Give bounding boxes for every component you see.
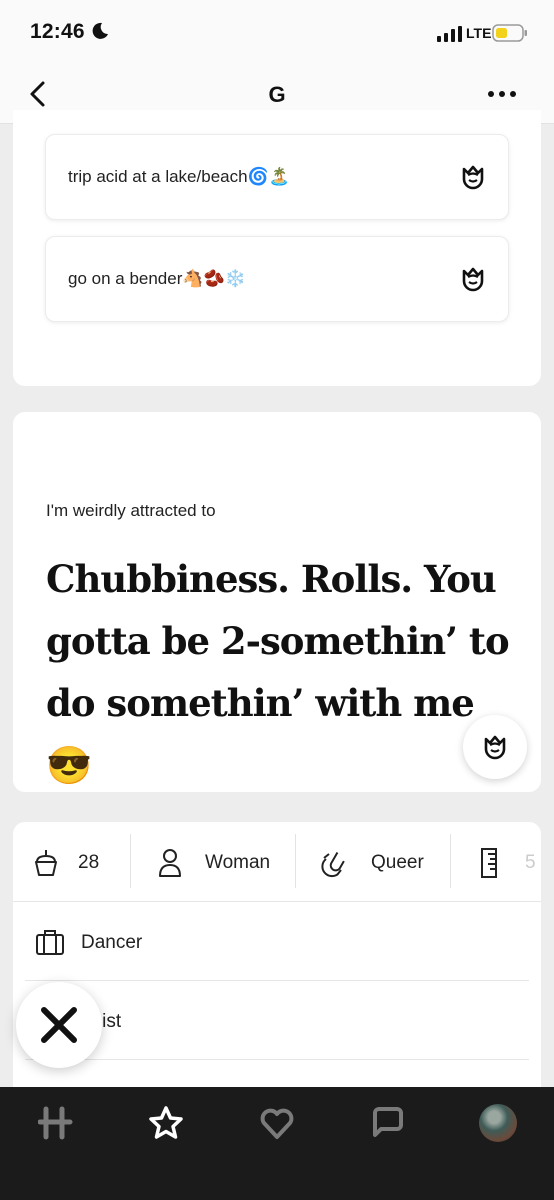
chat-icon[interactable] [369,1105,405,1141]
bottom-nav [0,1087,554,1200]
answer-option[interactable]: go on a bender🐴🫘❄️ [45,236,509,322]
prompt-question: I'm weirdly attracted to [46,501,216,520]
vital-height-label: 5 [525,852,536,873]
vital-sexuality-label: Queer [371,852,424,873]
more-options-icon[interactable] [487,89,517,99]
briefcase-icon [36,930,64,955]
screen: 12:46 LTE G trip acid at a lake/beach🌀🏝️… [0,0,554,1200]
detail-job-label: Dancer [81,932,143,953]
profile-avatar[interactable] [479,1104,517,1142]
rose-icon[interactable] [460,265,486,293]
heart-icon[interactable] [259,1105,295,1141]
divider [130,834,131,888]
ruler-icon [481,848,497,878]
vital-age-label: 28 [78,852,100,873]
answer-text: go on a bender🐴🫘❄️ [68,269,246,288]
star-icon[interactable] [148,1105,184,1141]
skip-button[interactable] [16,982,102,1068]
rose-icon[interactable] [460,163,486,191]
vital-gender-label: Woman [205,852,271,873]
profile-name-title: G [268,82,286,107]
rose-icon [484,735,506,760]
divider [295,834,296,888]
status-time: 12:46 [30,20,85,43]
hinge-logo-icon[interactable] [38,1105,74,1141]
moon-icon [92,22,108,39]
battery-icon [492,24,527,42]
answer-option[interactable]: trip acid at a lake/beach🌀🏝️ [45,134,509,220]
status-bar: 12:46 LTE [0,0,554,64]
cupcake-icon [35,850,57,876]
details-card: 28 Woman Queer 5 Dancer [13,822,541,1122]
poll-card: trip acid at a lake/beach🌀🏝️ go on a ben… [13,110,541,386]
vitals-row[interactable]: 28 Woman Queer 5 [13,822,541,902]
like-prompt-button[interactable] [463,715,527,779]
prompt-card: I'm weirdly attracted to Chubbiness. Rol… [13,412,541,792]
divider [450,834,451,888]
network-label: LTE [466,25,492,41]
magnet-icon [321,851,345,878]
person-icon [159,849,181,877]
answer-text: trip acid at a lake/beach🌀🏝️ [68,167,290,186]
prompt-answer: Chubbiness. Rolls. You gotta be 2-someth… [46,557,510,787]
detail-job: Dancer [25,902,529,981]
close-icon [41,1007,77,1043]
signal-icon [437,26,462,42]
